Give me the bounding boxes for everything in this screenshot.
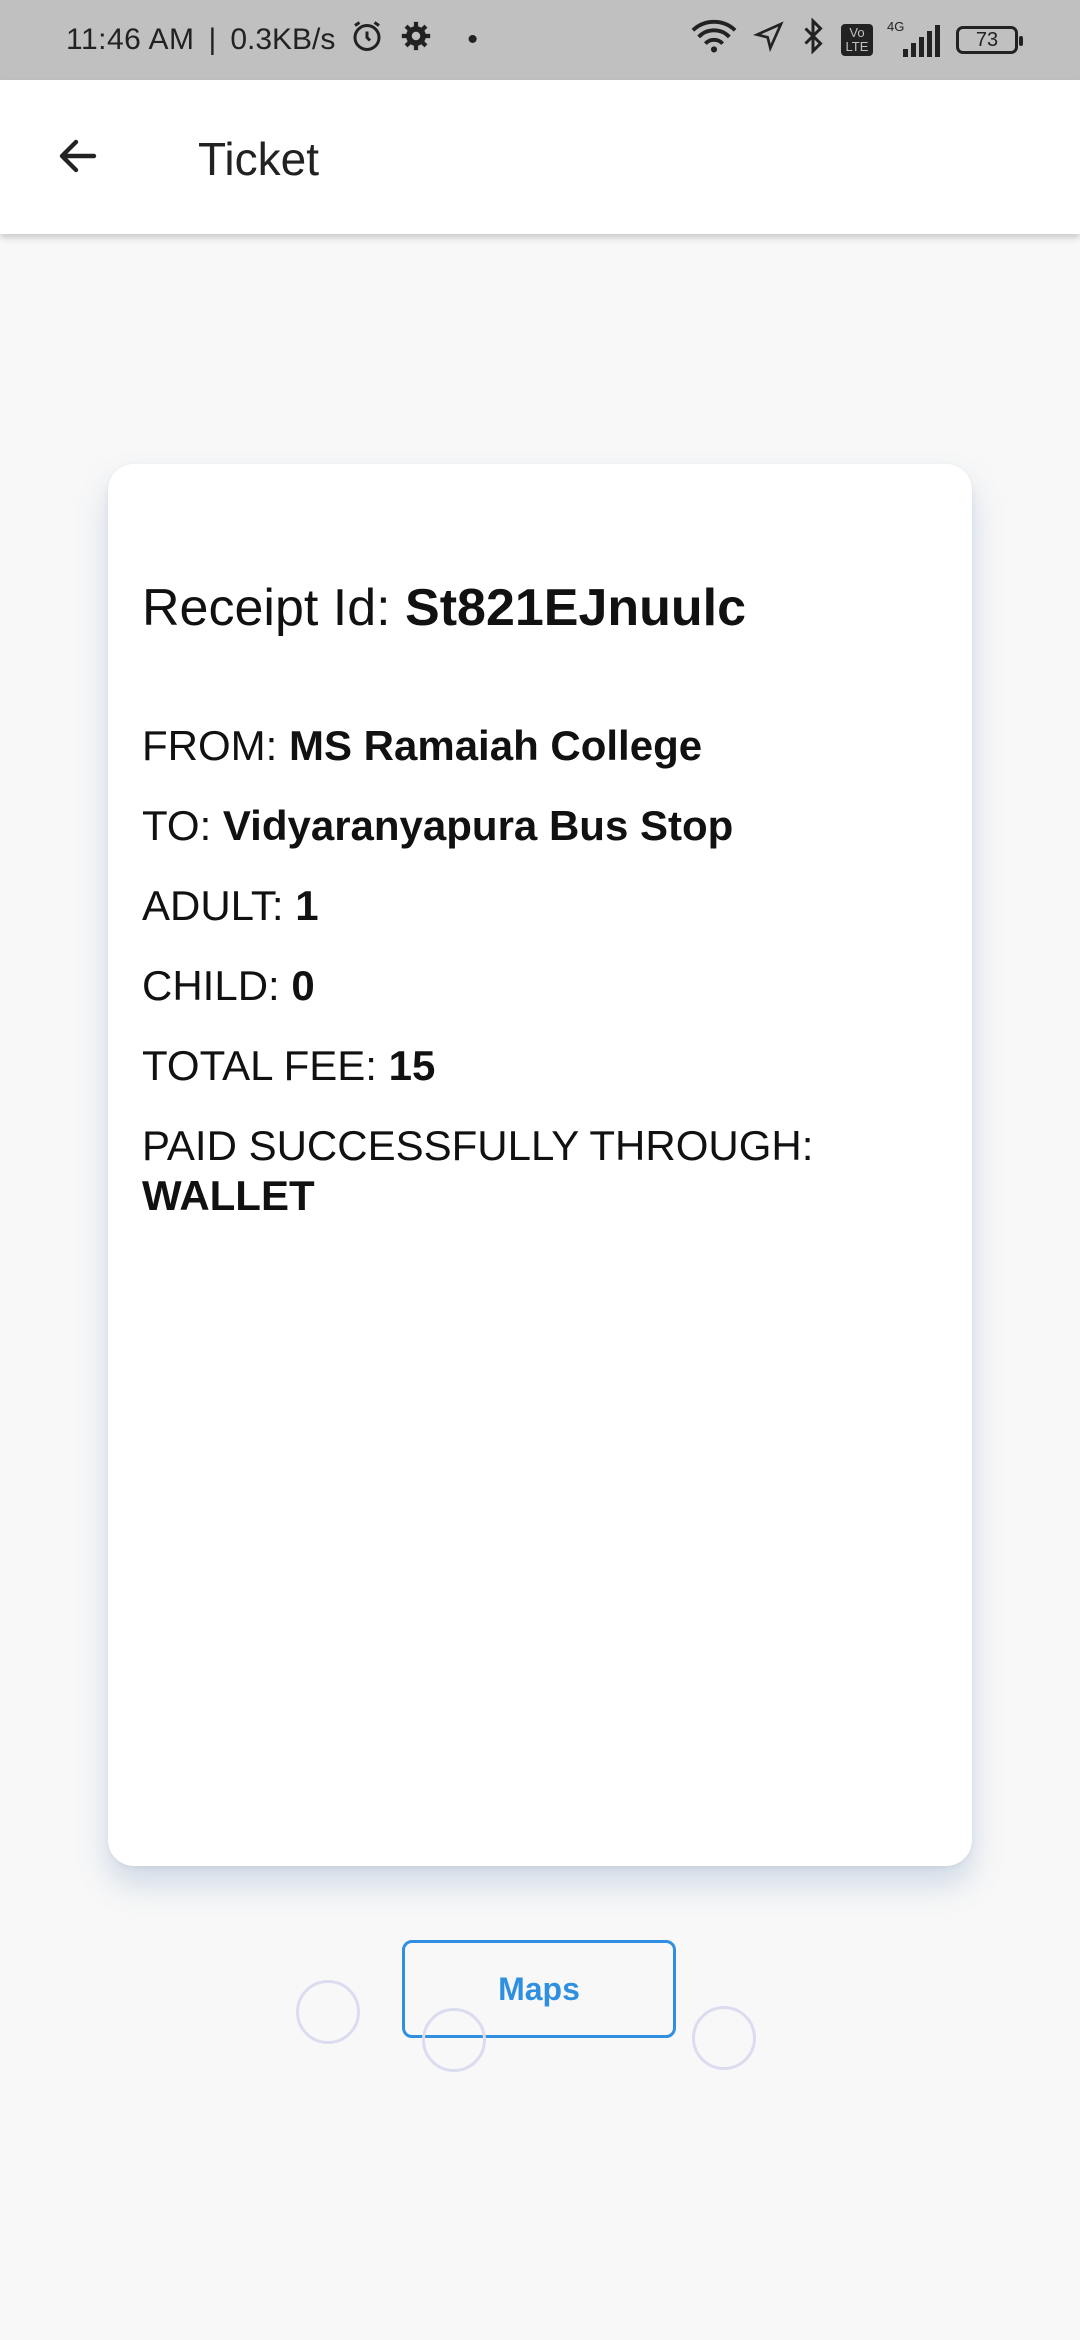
gear-icon xyxy=(399,19,433,61)
from-label: FROM: xyxy=(142,722,278,769)
volte-label: Vo LTE xyxy=(845,25,869,54)
location-icon xyxy=(752,20,785,60)
battery-level: 73 xyxy=(975,28,999,51)
alarm-icon xyxy=(349,18,385,62)
status-bar: 11:46 AM | 0.3KB/s • Vo LTE 4G 73 xyxy=(0,0,1080,80)
child-value: 0 xyxy=(291,962,315,1009)
status-time: 11:46 AM xyxy=(66,23,195,56)
to-value: Vidyaranyapura Bus Stop xyxy=(222,802,734,849)
bluetooth-icon xyxy=(801,17,825,62)
fee-value: 15 xyxy=(388,1042,436,1089)
decorative-ring-left xyxy=(296,1980,360,2044)
signal-icon: 4G xyxy=(887,19,940,57)
payment-method-value: WALLET xyxy=(142,1172,315,1219)
status-net-speed: 0.3KB/s xyxy=(230,23,336,56)
status-right: Vo LTE 4G 73 xyxy=(691,0,1023,80)
network-type-label: 4G xyxy=(887,19,905,34)
from-value: MS Ramaiah College xyxy=(288,722,703,769)
ticket-card: Receipt Id: St821EJnuulc FROM: MS Ramaia… xyxy=(108,464,972,1866)
volte-icon: Vo LTE xyxy=(841,24,873,56)
receipt-id-label: Receipt Id: xyxy=(142,579,391,637)
receipt-id: Receipt Id: St821EJnuulc xyxy=(142,578,746,638)
wifi-icon xyxy=(691,18,737,62)
fee-label: TOTAL FEE: xyxy=(142,1042,377,1089)
to-row: TO: Vidyaranyapura Bus Stop xyxy=(142,802,733,850)
child-row: CHILD: 0 xyxy=(142,962,315,1010)
to-label: TO: xyxy=(142,802,212,849)
decorative-ring-middle xyxy=(422,2008,486,2072)
arrow-left-icon xyxy=(54,132,102,185)
receipt-id-value: St821EJnuulc xyxy=(405,579,747,637)
status-left: 11:46 AM | 0.3KB/s • xyxy=(66,0,478,80)
status-divider: | xyxy=(208,23,217,56)
notification-dot-icon: • xyxy=(467,23,478,56)
adult-value: 1 xyxy=(295,882,319,929)
from-row: FROM: MS Ramaiah College xyxy=(142,722,702,770)
fee-row: TOTAL FEE: 15 xyxy=(142,1042,435,1090)
battery-icon: 73 xyxy=(956,26,1023,54)
adult-row: ADULT: 1 xyxy=(142,882,319,930)
decorative-ring-right xyxy=(692,2006,756,2070)
page-title: Ticket xyxy=(198,133,319,185)
child-label: CHILD: xyxy=(142,962,280,1009)
payment-method-label: PAID SUCCESSFULLY THROUGH: xyxy=(142,1122,814,1169)
app-bar: Ticket xyxy=(0,80,1080,234)
adult-label: ADULT: xyxy=(142,882,284,929)
back-button[interactable] xyxy=(38,118,118,198)
